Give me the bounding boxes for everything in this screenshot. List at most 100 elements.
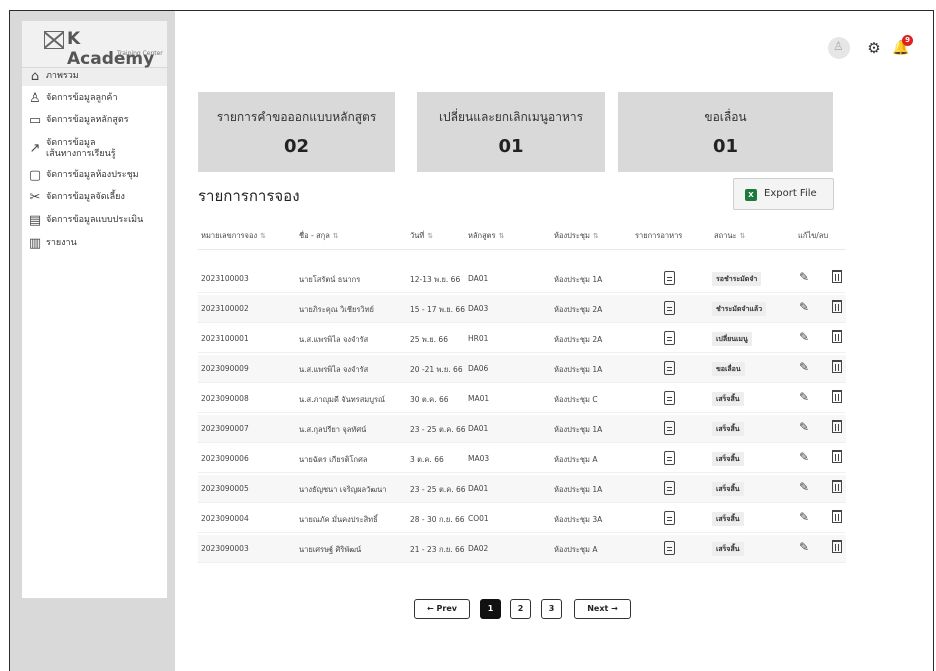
summary-card[interactable]: เปลี่ยนและยกเลิกเมนูอาหาร 01: [417, 92, 605, 172]
table-row[interactable]: 2023090005 นางธัญชนา เจริญผลวัฒนา 23 - 25 …: [198, 475, 846, 503]
food-list-icon[interactable]: [664, 451, 675, 465]
column-header[interactable]: หมายเลขการจอง ⇅: [201, 230, 266, 242]
sort-icon[interactable]: ⇅: [260, 232, 266, 240]
sidebar-item-2[interactable]: ▭ จัดการข้อมูลหลักสูตร: [22, 112, 167, 130]
sidebar-item-7[interactable]: ▥ รายงาน: [22, 235, 167, 253]
customer-name: น.ส.แพรพิไล จงจำรัส: [299, 365, 369, 374]
next-page-button[interactable]: Next →: [574, 599, 631, 619]
booking-date: 3 ต.ค. 66: [410, 455, 444, 464]
edit-icon[interactable]: ✎: [799, 420, 809, 434]
column-header[interactable]: ห้องประชุม ⇅: [554, 230, 599, 242]
delete-icon[interactable]: [832, 510, 842, 523]
status-badge: เสร็จสิ้น: [712, 482, 744, 496]
trend-icon: ↗: [29, 141, 41, 156]
food-list-icon[interactable]: [664, 361, 675, 375]
table-row[interactable]: 2023100003 นายโสรัตน์ ธนากร 12-13 พ.ย. 66 D…: [198, 265, 846, 293]
table-row[interactable]: 2023090009 น.ส.แพรพิไล จงจำรัส 20 -21 พ.ย.…: [198, 355, 846, 383]
prev-page-button[interactable]: ← Prev: [414, 599, 470, 619]
table-row[interactable]: 2023090004 นายณภัค มั่นคงประสิทธิ์ 28 - 30…: [198, 505, 846, 533]
summary-card[interactable]: รายการคำขอออกแบบหลักสูตร 02: [198, 92, 395, 172]
avatar[interactable]: ♙: [828, 37, 850, 59]
sidebar-item-label: จัดการข้อมูลห้องประชุม: [46, 170, 139, 180]
delete-icon[interactable]: [832, 360, 842, 373]
user-icon: ♙: [29, 91, 41, 106]
status-badge: เปลี่ยนเมนู: [712, 332, 752, 346]
food-list-icon[interactable]: [664, 301, 675, 315]
edit-icon[interactable]: ✎: [799, 480, 809, 494]
food-list-icon[interactable]: [664, 391, 675, 405]
delete-icon[interactable]: [832, 270, 842, 283]
edit-icon[interactable]: ✎: [799, 360, 809, 374]
column-header[interactable]: หลักสูตร ⇅: [468, 230, 504, 242]
sort-icon[interactable]: ⇅: [740, 232, 746, 240]
table-row[interactable]: 2023090008 น.ส.ภาญุมดี จันทรสมบูรณ์ 30 ต.ค…: [198, 385, 846, 413]
column-header-label: หลักสูตร: [468, 231, 496, 240]
edit-icon[interactable]: ✎: [799, 540, 809, 554]
card-title: รายการคำขอออกแบบหลักสูตร: [216, 110, 377, 124]
card-value: 01: [498, 136, 524, 157]
edit-icon[interactable]: ✎: [799, 390, 809, 404]
status-badge: เสร็จสิ้น: [712, 392, 744, 406]
column-header-label: แก้ไข/ลบ: [798, 231, 829, 240]
sidebar-item-5[interactable]: ✂ จัดการข้อมูลจัดเลี้ยง: [22, 189, 167, 207]
course-code: MA03: [468, 454, 490, 463]
customer-name: นายฉัตร เกียรติโกศล: [299, 455, 368, 464]
sidebar-item-0[interactable]: ⌂ ภาพรวม: [22, 68, 167, 86]
meeting-room: ห้องประชุม 1A: [554, 485, 603, 494]
food-list-icon[interactable]: [664, 331, 675, 345]
export-file-button[interactable]: X Export File: [733, 178, 834, 210]
meeting-room: ห้องประชุม 1A: [554, 425, 603, 434]
table-row[interactable]: 2023090007 น.ส.กุลปรียา จุลทัศน์ 23 - 25 ต…: [198, 415, 846, 443]
food-list-icon[interactable]: [664, 421, 675, 435]
food-list-icon[interactable]: [664, 271, 675, 285]
column-header-label: รายการอาหาร: [635, 231, 683, 240]
excel-icon: X: [745, 189, 757, 201]
table-row[interactable]: 2023100002 นายภิระคุณ วิเชียรวิทย์ 15 - 17…: [198, 295, 846, 323]
sidebar-item-4[interactable]: ▢ จัดการข้อมูลห้องประชุม: [22, 167, 167, 185]
booking-date: 30 ต.ค. 66: [410, 395, 449, 404]
sort-icon[interactable]: ⇅: [333, 232, 339, 240]
delete-icon[interactable]: [832, 330, 842, 343]
page-button-3[interactable]: 3: [541, 599, 562, 619]
edit-icon[interactable]: ✎: [799, 510, 809, 524]
edit-icon[interactable]: ✎: [799, 300, 809, 314]
meeting-room: ห้องประชุม 2A: [554, 305, 603, 314]
delete-icon[interactable]: [832, 480, 842, 493]
delete-icon[interactable]: [832, 450, 842, 463]
table-row[interactable]: 2023090003 นายเศรษฐ์ ศิริพัฒน์ 21 - 23 ก.ย…: [198, 535, 846, 563]
food-list-icon[interactable]: [664, 481, 675, 495]
gear-icon[interactable]: ⚙: [865, 37, 883, 59]
edit-icon[interactable]: ✎: [799, 270, 809, 284]
sidebar-item-6[interactable]: ▤ จัดการข้อมูลแบบประเมิน: [22, 212, 167, 230]
delete-icon[interactable]: [832, 390, 842, 403]
column-header[interactable]: วันที่ ⇅: [410, 230, 433, 242]
chat-icon: ▢: [28, 168, 42, 183]
table-row[interactable]: 2023100001 น.ส.แพรพิไล จงจำรัส 25 พ.ย. 66 H…: [198, 325, 846, 353]
sort-icon[interactable]: ⇅: [593, 232, 599, 240]
delete-icon[interactable]: [832, 540, 842, 553]
edit-icon[interactable]: ✎: [799, 330, 809, 344]
meeting-room: ห้องประชุม 1A: [554, 275, 603, 284]
status-badge: เสร็จสิ้น: [712, 452, 744, 466]
page-button-1[interactable]: 1: [480, 599, 501, 619]
summary-card[interactable]: ขอเลื่อน 01: [618, 92, 833, 172]
table-header: หมายเลขการจอง ⇅ ชื่อ - สกุล ⇅ วันที่ ⇅ หลักสูต…: [198, 220, 846, 250]
meeting-room: ห้องประชุม C: [554, 395, 598, 404]
sort-icon[interactable]: ⇅: [427, 232, 433, 240]
delete-icon[interactable]: [832, 300, 842, 313]
sidebar-item-3[interactable]: ↗ จัดการข้อมูล เส้นทางการเรียนรู้: [22, 136, 167, 162]
food-list-icon[interactable]: [664, 511, 675, 525]
edit-icon[interactable]: ✎: [799, 450, 809, 464]
page-button-2[interactable]: 2: [510, 599, 531, 619]
food-list-icon[interactable]: [664, 541, 675, 555]
sort-icon[interactable]: ⇅: [499, 232, 505, 240]
notification-button[interactable]: 🔔 9: [892, 35, 913, 59]
delete-icon[interactable]: [832, 420, 842, 433]
column-header[interactable]: ชื่อ - สกุล ⇅: [299, 230, 339, 242]
column-header[interactable]: สถานะ ⇅: [714, 230, 745, 242]
table-row[interactable]: 2023090006 นายฉัตร เกียรติโกศล 3 ต.ค. 66 MA…: [198, 445, 846, 473]
app-window: K Academy Training Center ⌂ ภาพรวม ♙ จัดการ…: [9, 10, 934, 671]
sidebar-item-1[interactable]: ♙ จัดการข้อมูลลูกค้า: [22, 90, 167, 108]
logo[interactable]: K Academy Training Center: [22, 21, 167, 69]
column-header-label: ห้องประชุม: [554, 231, 590, 240]
